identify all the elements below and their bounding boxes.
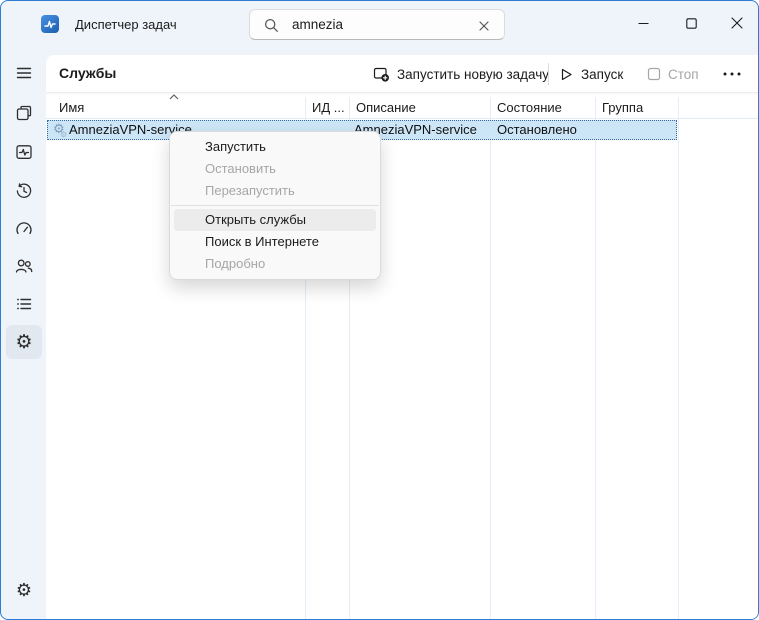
column-header-description[interactable]: Описание <box>349 97 490 119</box>
sidebar-item-details[interactable] <box>6 287 42 321</box>
window-title: Диспетчер задач <box>75 17 177 32</box>
processes-icon <box>14 103 34 123</box>
maximize-icon <box>686 18 697 29</box>
main-panel: Службы Запустить новую задачу Запуск Сто… <box>46 55 758 619</box>
titlebar: Диспетчер задач <box>1 1 758 49</box>
maximize-button[interactable] <box>668 1 714 45</box>
cell-group <box>599 120 674 140</box>
settings-gear-icon: ⚙ <box>16 582 32 600</box>
context-menu: Запустить Остановить Перезапустить Откры… <box>169 131 381 280</box>
toolbar-divider <box>548 63 549 85</box>
services-icon: ⚙ <box>15 333 32 352</box>
menu-item-restart: Перезапустить <box>174 180 376 202</box>
menu-item-stop: Остановить <box>174 158 376 180</box>
more-ellipsis-icon <box>722 71 742 77</box>
column-header-pid[interactable]: ИД ... <box>305 97 349 119</box>
minimize-button[interactable] <box>620 1 666 45</box>
menu-item-start[interactable]: Запустить <box>174 136 376 158</box>
cell-status: Остановлено <box>497 120 594 140</box>
task-manager-app-icon <box>41 15 59 33</box>
search-input[interactable] <box>292 14 462 35</box>
sidebar-settings-button[interactable]: ⚙ <box>6 574 42 608</box>
sidebar-item-services[interactable]: ⚙ <box>6 325 42 359</box>
start-service-button[interactable]: Запуск <box>551 59 631 89</box>
stop-service-label: Стоп <box>668 67 699 82</box>
page-title: Службы <box>59 65 116 81</box>
sidebar-item-startup-apps[interactable] <box>6 212 42 246</box>
column-header-status[interactable]: Состояние <box>490 97 595 119</box>
start-service-label: Запуск <box>581 67 623 82</box>
column-divider <box>490 97 491 619</box>
details-icon <box>14 294 34 314</box>
stop-service-button[interactable]: Стоп <box>639 59 707 89</box>
performance-icon <box>14 142 34 162</box>
play-icon <box>559 67 574 82</box>
task-manager-window: Диспетчер задач <box>0 0 759 620</box>
toolbar: Службы Запустить новую задачу Запуск Сто… <box>46 55 758 93</box>
close-icon <box>731 17 743 29</box>
startup-apps-icon <box>14 219 34 239</box>
column-divider <box>595 97 596 619</box>
close-icon <box>478 20 490 32</box>
run-new-task-label: Запустить новую задачу <box>397 67 549 82</box>
menu-separator <box>171 205 379 206</box>
search-icon <box>263 17 280 34</box>
stop-icon <box>647 67 661 81</box>
search-clear-button[interactable] <box>475 17 492 34</box>
menu-item-open-services[interactable]: Открыть службы <box>174 209 376 231</box>
sidebar-item-users[interactable] <box>6 249 42 283</box>
menu-item-search-online[interactable]: Поиск в Интернете <box>174 231 376 253</box>
run-new-task-button[interactable]: Запустить новую задачу <box>365 59 557 89</box>
close-button[interactable] <box>714 1 759 45</box>
minimize-icon <box>638 18 649 29</box>
sidebar-item-app-history[interactable] <box>6 174 42 208</box>
hamburger-menu-icon <box>14 63 34 83</box>
users-icon <box>14 256 34 276</box>
app-history-icon <box>14 181 34 201</box>
table-header: Имя ИД ... Описание Состояние Группа <box>46 97 758 119</box>
column-divider <box>678 97 679 619</box>
sidebar-item-performance[interactable] <box>6 135 42 169</box>
sidebar-item-processes[interactable] <box>6 96 42 130</box>
column-header-name[interactable]: Имя <box>46 97 305 119</box>
menu-item-details: Подробно <box>174 253 376 275</box>
column-header-group[interactable]: Группа <box>595 97 678 119</box>
sidebar: ⚙ ⚙ <box>1 49 46 619</box>
more-options-button[interactable] <box>714 59 750 89</box>
sidebar-menu-button[interactable] <box>6 56 42 90</box>
search-box <box>249 9 505 40</box>
new-task-icon <box>373 66 390 83</box>
service-gear-small-icon: ⚙ <box>60 125 67 145</box>
